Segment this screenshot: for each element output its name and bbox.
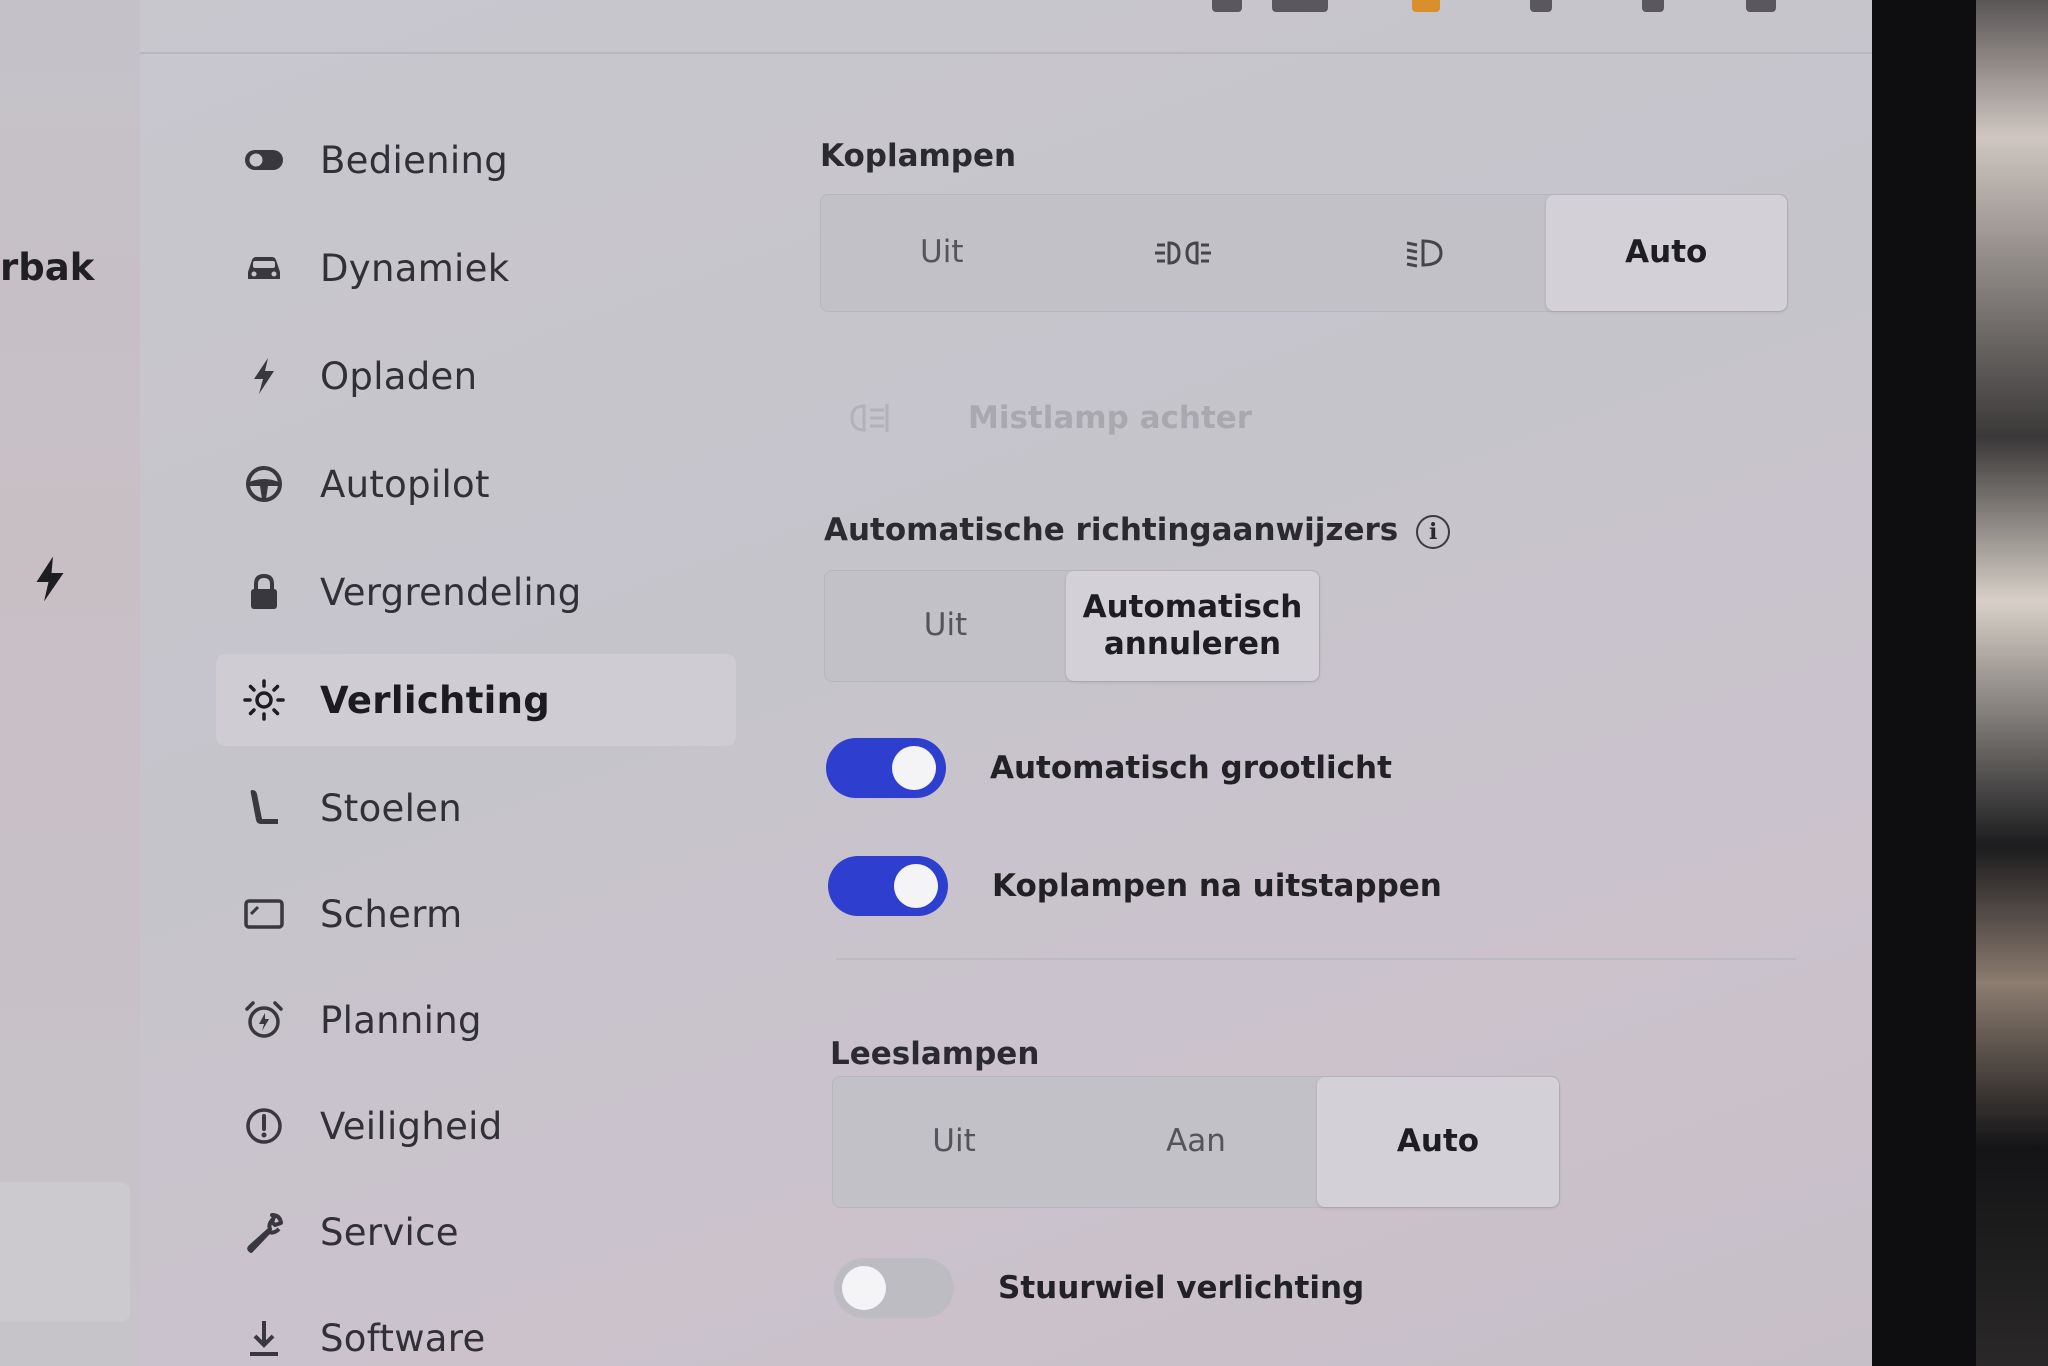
status-icon — [1272, 0, 1328, 12]
wrench-icon — [240, 1208, 288, 1256]
headlights-auto-option[interactable]: Auto — [1545, 195, 1787, 311]
headlights-low-beam-option[interactable] — [1304, 195, 1546, 311]
auto-high-beam-toggle[interactable] — [826, 738, 946, 798]
info-icon[interactable]: i — [1416, 514, 1451, 549]
headlights-title: Koplampen — [820, 138, 1017, 174]
status-icon — [1530, 0, 1552, 12]
toggle-knob — [892, 746, 936, 790]
rear-fog-light-label: Mistlamp achter — [968, 400, 1253, 436]
sidebar-item-planning[interactable]: Planning — [216, 974, 876, 1066]
sidebar-item-label: Stoelen — [320, 786, 462, 830]
sidebar-item-label: Dynamiek — [320, 246, 510, 290]
toggle-icon — [240, 136, 288, 184]
sidebar-item-label: Autopilot — [320, 462, 490, 506]
headlights-parking-option[interactable] — [1063, 195, 1305, 311]
alert-circle-icon — [240, 1102, 288, 1150]
steering-wheel-light-toggle[interactable] — [834, 1258, 954, 1318]
sidebar-item-label: Veiligheid — [320, 1104, 503, 1148]
sidebar-item-label: Service — [320, 1210, 459, 1254]
parking-lights-icon — [1155, 241, 1212, 265]
sidebar-item-veiligheid[interactable]: Veiligheid — [216, 1080, 876, 1172]
sidebar-item-label: Opladen — [320, 354, 478, 398]
alarm-clock-icon — [240, 996, 288, 1044]
left-panel-label: rbak — [0, 246, 95, 289]
settings-sidebar: Bediening Dynamiek Opladen Autopilot Ver… — [140, 0, 740, 1366]
sidebar-item-bediening[interactable]: Bediening — [216, 114, 876, 206]
car-interior-background — [1976, 0, 2048, 1366]
signal-icon — [1746, 0, 1776, 12]
screen: rbak Bediening Dynamiek Opladen Autopilo… — [0, 0, 1872, 1366]
auto-indicators-title: Automatische richtingaanwijzers i — [824, 512, 1451, 549]
toggle-knob — [842, 1266, 886, 1310]
auto-indicators-off-option[interactable]: Uit — [825, 571, 1066, 681]
display-icon — [240, 890, 288, 938]
sidebar-item-label: Software — [320, 1316, 486, 1360]
download-icon — [240, 1314, 288, 1362]
section-divider — [836, 958, 1796, 960]
sidebar-item-scherm[interactable]: Scherm — [216, 868, 876, 960]
sidebar-item-label: Scherm — [320, 892, 463, 936]
status-icon — [1212, 0, 1242, 12]
auto-indicators-cancel-option[interactable]: Automatisch annuleren — [1065, 571, 1319, 681]
fog-light-icon — [850, 404, 889, 432]
steering-wheel-light-row: Stuurwiel verlichting — [834, 1258, 1364, 1318]
bolt-icon — [240, 352, 288, 400]
headlights-after-exit-row: Koplampen na uitstappen — [828, 856, 1442, 916]
headlights-off-option[interactable]: Uit — [821, 195, 1063, 311]
reading-lights-auto-option[interactable]: Auto — [1317, 1077, 1559, 1207]
status-icon — [1412, 0, 1440, 12]
lock-icon — [240, 568, 288, 616]
sidebar-item-verlichting[interactable]: Verlichting — [216, 654, 736, 746]
seat-icon — [240, 784, 288, 832]
left-panel: rbak — [0, 0, 140, 1366]
reading-lights-off-option[interactable]: Uit — [833, 1077, 1075, 1207]
steering-wheel-light-label: Stuurwiel verlichting — [998, 1270, 1365, 1306]
sidebar-item-label: Vergrendeling — [320, 570, 582, 614]
reading-lights-segmented-control: Uit Aan Auto — [832, 1076, 1560, 1208]
headlights-after-exit-toggle[interactable] — [828, 856, 948, 916]
screen-bezel — [1872, 0, 1976, 1366]
sidebar-item-label: Planning — [320, 998, 482, 1042]
auto-high-beam-label: Automatisch grootlicht — [990, 750, 1392, 786]
status-icon — [1642, 0, 1664, 12]
toggle-knob — [894, 864, 938, 908]
sidebar-item-software[interactable]: Software — [216, 1292, 876, 1366]
sidebar-item-stoelen[interactable]: Stoelen — [216, 762, 876, 854]
car-icon — [240, 244, 288, 292]
sidebar-item-dynamiek[interactable]: Dynamiek — [216, 222, 876, 314]
headlights-segmented-control: Uit Auto — [820, 194, 1788, 312]
sidebar-item-service[interactable]: Service — [216, 1186, 876, 1278]
sidebar-item-autopilot[interactable]: Autopilot — [216, 438, 876, 530]
reading-lights-on-option[interactable]: Aan — [1075, 1077, 1317, 1207]
headlights-after-exit-label: Koplampen na uitstappen — [992, 868, 1442, 904]
steering-wheel-icon — [240, 460, 288, 508]
auto-indicators-title-text: Automatische richtingaanwijzers — [824, 512, 1399, 548]
auto-indicators-segmented-control: Uit Automatisch annuleren — [824, 570, 1320, 682]
low-beam-icon — [1406, 239, 1443, 268]
sidebar-item-opladen[interactable]: Opladen — [216, 330, 876, 422]
charging-bolt-icon — [36, 556, 64, 602]
left-card[interactable] — [0, 1182, 130, 1322]
rear-fog-light-button[interactable]: Mistlamp achter — [846, 398, 1252, 438]
reading-lights-title: Leeslampen — [830, 1036, 1040, 1072]
sidebar-item-label: Verlichting — [320, 678, 551, 722]
sidebar-item-label: Bediening — [320, 138, 509, 182]
sun-icon — [240, 676, 288, 724]
auto-high-beam-row: Automatisch grootlicht — [826, 738, 1392, 798]
sidebar-item-vergrendeling[interactable]: Vergrendeling — [216, 546, 876, 638]
